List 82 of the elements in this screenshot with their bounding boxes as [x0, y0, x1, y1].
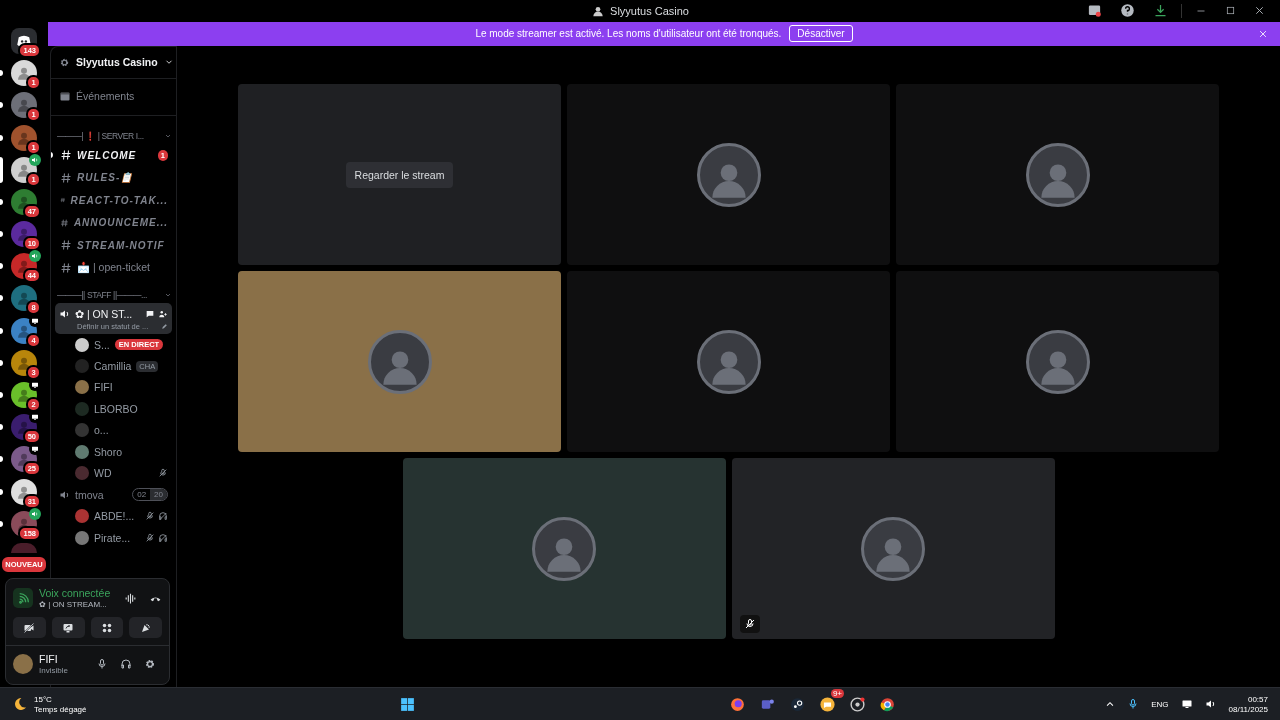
participant-tile[interactable]	[567, 84, 890, 265]
banner-message: Le mode streamer est activé. Les noms d'utilisateur ont été tronqués.	[475, 28, 782, 40]
member-name[interactable]: Pirate...	[94, 531, 131, 544]
participant-tile[interactable]	[731, 458, 1055, 639]
channel-name: tmova	[75, 488, 104, 501]
clock-time[interactable]: 00:57	[1247, 694, 1268, 704]
category-header[interactable]: ———| ❗ | SERVER I...	[57, 130, 144, 141]
member-name[interactable]: ABDE!...	[94, 510, 135, 523]
language-indicator[interactable]: ENG	[1151, 699, 1169, 709]
participant-tile[interactable]	[896, 271, 1219, 452]
channel-name[interactable]: RULES-📋	[77, 172, 134, 184]
member-name[interactable]: Camillia	[94, 360, 132, 373]
channel-name[interactable]: STREAM-NOTIF	[77, 239, 165, 251]
events-link[interactable]: Événements	[76, 89, 135, 102]
pencil-icon	[161, 322, 168, 330]
volume-icon	[1204, 698, 1217, 710]
settings-icon[interactable]	[144, 658, 156, 670]
user-avatar[interactable]	[13, 654, 33, 674]
watch-stream-button[interactable]: Regarder le stream	[345, 161, 454, 188]
server-name[interactable]: Slyyutus Casino	[76, 56, 158, 69]
chat-app-icon[interactable]	[818, 695, 836, 713]
member-name[interactable]: FIFI	[94, 381, 113, 394]
channel-name: ✿ | ON ST...	[75, 307, 133, 320]
moon-icon	[12, 696, 28, 712]
member-name[interactable]: LBORBO	[94, 402, 138, 415]
channel-name[interactable]: REACT-TO-TAK...	[70, 194, 168, 206]
close-icon[interactable]	[1258, 28, 1268, 39]
clock-date[interactable]: 08/11/2025	[1228, 704, 1268, 714]
camera-button[interactable]	[13, 617, 46, 638]
window-title: Slyyutus Casino	[610, 5, 689, 17]
channel-name[interactable]: 📩 | open-ticket	[77, 261, 150, 275]
soundboard-icon	[139, 621, 152, 634]
hash-icon	[60, 261, 72, 274]
voice-channel[interactable]: tmova 02 20	[55, 483, 172, 506]
channel-name[interactable]: WELCOME	[77, 149, 137, 161]
maximize-icon[interactable]	[1225, 5, 1236, 17]
invite-icon[interactable]	[158, 308, 168, 319]
deactivate-button[interactable]: Désactiver	[789, 25, 853, 43]
hash-icon	[60, 239, 72, 252]
signal-icon	[16, 591, 30, 605]
notification-badge: 9+	[830, 689, 844, 698]
participant-tile[interactable]	[402, 458, 726, 639]
participant-tile[interactable]	[896, 84, 1219, 265]
browser-icon[interactable]	[878, 695, 896, 713]
activities-icon	[100, 621, 113, 634]
network-icon	[1180, 698, 1193, 710]
hash-icon	[60, 171, 72, 184]
inbox-icon[interactable]	[1087, 3, 1102, 19]
temperature: 15°C	[34, 694, 53, 704]
hash-icon	[60, 149, 72, 162]
chat-icon[interactable]	[145, 308, 155, 319]
headphones-icon[interactable]	[120, 658, 132, 670]
download-icon[interactable]	[1153, 3, 1168, 19]
member-name[interactable]: Shoro	[94, 445, 123, 458]
participant-tile[interactable]	[567, 271, 890, 452]
steam-icon[interactable]	[788, 695, 806, 713]
close-icon[interactable]	[1254, 5, 1265, 17]
server-badge-icon	[59, 56, 70, 68]
recorder-icon[interactable]	[848, 695, 866, 713]
help-icon[interactable]	[1120, 3, 1135, 19]
microphone-icon[interactable]	[96, 658, 108, 670]
camera-off-icon	[23, 621, 36, 634]
participant-tile[interactable]	[238, 271, 561, 452]
member-name[interactable]: S...	[94, 338, 110, 351]
screen-share-button[interactable]	[51, 617, 85, 638]
weather-text: Temps dégagé	[34, 704, 87, 714]
voice-channel-link[interactable]: ✿ | ON STREAM...	[39, 600, 118, 609]
chevron-up-icon[interactable]	[1105, 699, 1116, 709]
browser-icon[interactable]	[728, 695, 746, 713]
member-name[interactable]: o...	[94, 424, 109, 437]
screen-share-icon	[62, 621, 75, 634]
activities-button[interactable]	[90, 617, 124, 638]
channel-name[interactable]: ANNOUNCEME...	[73, 217, 168, 229]
connection-status: Voix connectée	[39, 587, 112, 599]
start-icon[interactable]	[398, 695, 416, 713]
member-name[interactable]: WD	[94, 467, 112, 479]
user-name: FIFI	[39, 653, 59, 665]
user-status: Invisible	[39, 666, 69, 675]
soundboard-button[interactable]	[129, 617, 162, 638]
category-header[interactable]: ———|| STAFF ||———...	[57, 289, 147, 300]
noise-suppression-icon[interactable]	[124, 591, 137, 605]
stream-tile[interactable]: Regarder le stream	[238, 84, 561, 265]
